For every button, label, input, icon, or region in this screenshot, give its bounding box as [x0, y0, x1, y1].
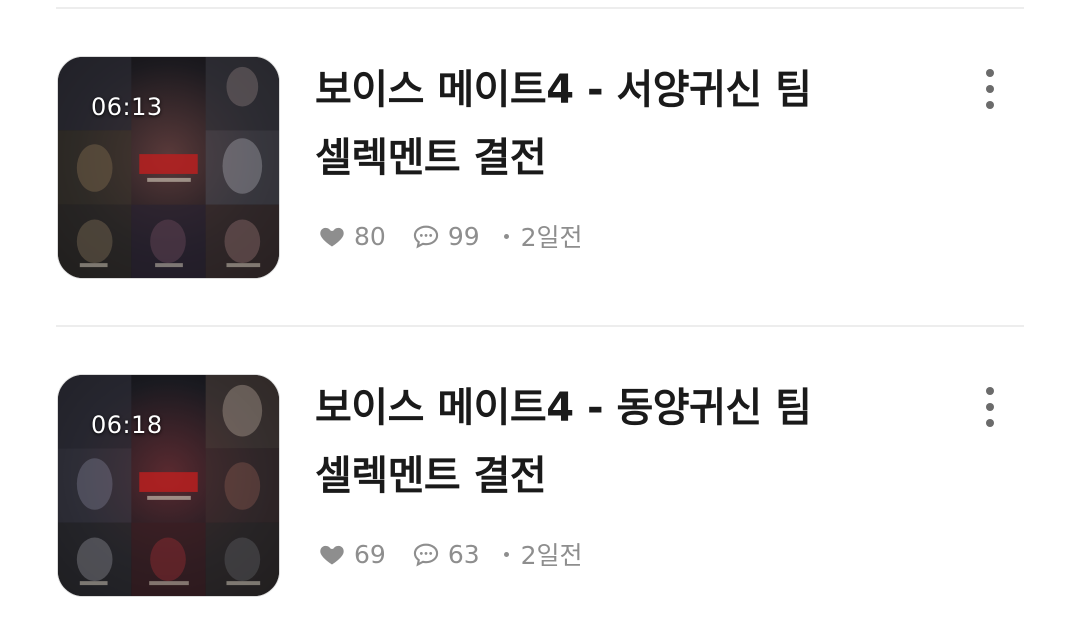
like-count: 80 [354, 221, 386, 251]
more-vertical-icon [986, 387, 994, 395]
separator-dot [503, 551, 509, 557]
video-duration: 06:18 [91, 411, 163, 439]
video-duration: 06:13 [91, 93, 163, 121]
video-title[interactable]: 보이스 메이트4 - 동양귀신 팀 셀렉멘트 결전 [315, 374, 915, 510]
video-thumbnail[interactable]: 06:13 [57, 56, 280, 279]
video-meta: 80 99 2일전 [318, 218, 583, 254]
heart-icon [318, 222, 346, 250]
video-thumbnail[interactable]: 06:18 [57, 374, 280, 597]
comment-bubble-icon [412, 222, 440, 250]
video-list-item[interactable]: 06:18 보이스 메이트4 - 동양귀신 팀 셀렉멘트 결전 69 63 2일… [0, 318, 1080, 597]
more-options-button[interactable] [970, 382, 1010, 432]
comment-count: 63 [447, 539, 480, 569]
video-title-line: 보이스 메이트4 - 서양귀신 팀 [315, 67, 812, 113]
comment-count: 99 [447, 221, 480, 251]
video-title[interactable]: 보이스 메이트4 - 서양귀신 팀 셀렉멘트 결전 [315, 56, 915, 192]
more-options-button[interactable] [970, 64, 1010, 114]
thumbnail-image [58, 375, 279, 596]
comment-bubble-icon [412, 540, 440, 568]
time-ago: 2일전 [520, 223, 583, 252]
thumbnail-image [58, 57, 279, 278]
video-title-line: 셀렉멘트 결전 [315, 453, 547, 499]
video-title-line: 보이스 메이트4 - 동양귀신 팀 [315, 385, 812, 431]
more-vertical-icon [986, 69, 994, 77]
video-title-line: 셀렉멘트 결전 [315, 135, 547, 181]
video-list-item[interactable]: 06:13 보이스 메이트4 - 서양귀신 팀 셀렉멘트 결전 80 99 2일… [0, 0, 1080, 279]
like-count: 69 [354, 539, 386, 569]
video-meta: 69 63 2일전 [318, 536, 583, 572]
heart-icon [318, 540, 346, 568]
time-ago: 2일전 [520, 541, 583, 570]
video-list: 06:13 보이스 메이트4 - 서양귀신 팀 셀렉멘트 결전 80 99 2일… [0, 0, 1080, 643]
separator-dot [503, 233, 509, 239]
